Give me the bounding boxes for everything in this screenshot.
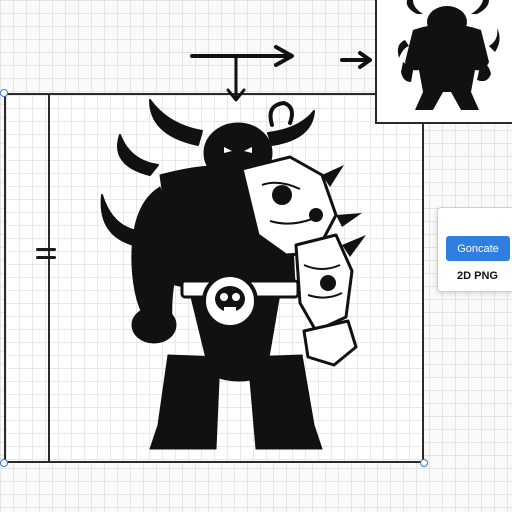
export-panel: Goncate 2D PNG [437, 207, 512, 292]
guide-line[interactable] [48, 93, 50, 463]
arrow-right-icon [340, 51, 372, 69]
equals-icon [36, 248, 56, 264]
handle-bottom-left[interactable] [0, 459, 8, 467]
handle-top-left[interactable] [0, 89, 8, 97]
handle-bottom-right[interactable] [420, 459, 428, 467]
character-illustration [100, 99, 366, 450]
silhouette-preview [397, 0, 500, 110]
format-label: 2D PNG [457, 270, 498, 282]
preview-thumbnail[interactable] [375, 0, 512, 124]
generate-button[interactable]: Goncate [446, 236, 510, 261]
